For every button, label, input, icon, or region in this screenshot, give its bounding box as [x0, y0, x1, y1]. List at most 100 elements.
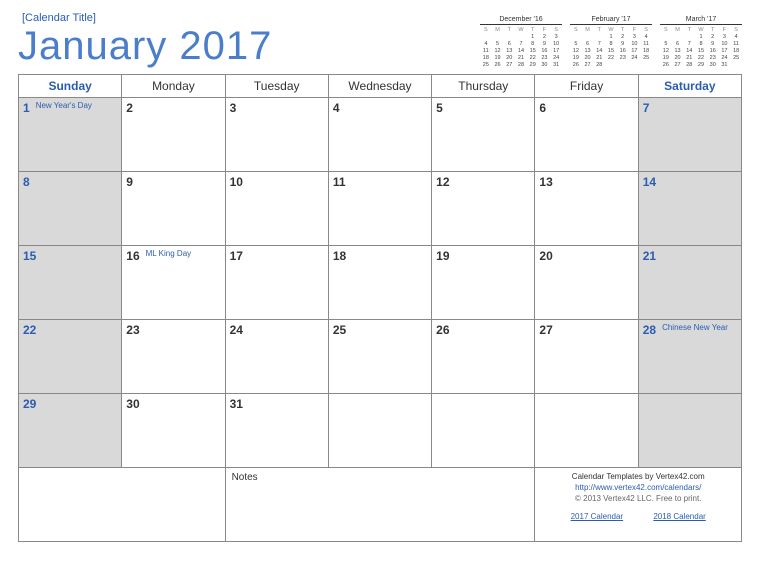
day-number: 10	[230, 175, 243, 189]
day-number: 7	[643, 101, 650, 115]
day-cell[interactable]: 30	[122, 394, 225, 468]
mini-week-row: 12131415161718	[660, 47, 742, 54]
day-of-week-header: SundayMondayTuesdayWednesdayThursdayFrid…	[19, 75, 742, 98]
mini-calendar: February '17SMTWTFS123456789101112131415…	[570, 16, 652, 68]
notes-label: Notes	[232, 472, 529, 483]
day-cell[interactable]: 27	[535, 320, 638, 394]
mini-dow-row: SMTWTFS	[570, 26, 652, 33]
credits-line1: Calendar Templates by Vertex42.com	[541, 472, 735, 483]
day-number: 14	[643, 175, 656, 189]
day-cell[interactable]: 29	[19, 394, 122, 468]
calendar-title: January 2017	[18, 26, 272, 66]
day-of-week-label: Saturday	[639, 75, 742, 98]
day-cell[interactable]: 15	[19, 246, 122, 320]
day-cell[interactable]	[639, 394, 742, 468]
day-cell[interactable]: 22	[19, 320, 122, 394]
day-cell[interactable]: 12	[432, 172, 535, 246]
day-cell[interactable]: 11	[329, 172, 432, 246]
mini-week-row: 567891011	[660, 40, 742, 47]
bottom-links: 2017 Calendar 2018 Calendar	[541, 512, 735, 523]
mini-week-row: 262728293031	[660, 61, 742, 68]
day-cell[interactable]: 19	[432, 246, 535, 320]
mini-calendar-title: March '17	[660, 16, 742, 25]
mini-week-row: 1234	[660, 33, 742, 40]
day-cell[interactable]: 13	[535, 172, 638, 246]
day-cell[interactable]: 26	[432, 320, 535, 394]
day-number: 23	[126, 323, 139, 337]
day-cell[interactable]: 16ML King Day	[122, 246, 225, 320]
day-number: 18	[333, 249, 346, 263]
day-cell[interactable]: 2	[122, 98, 225, 172]
mini-calendars: December '16SMTWTFS123456789101112131415…	[480, 16, 742, 68]
day-cell[interactable]	[432, 394, 535, 468]
day-cell[interactable]: 17	[226, 246, 329, 320]
week-row: 22 23 24 25 26 27 28Chinese New Year	[19, 320, 742, 394]
day-cell[interactable]: 10	[226, 172, 329, 246]
mini-week-row: 45678910	[480, 40, 562, 47]
mini-dow-row: SMTWTFS	[660, 26, 742, 33]
day-number: 25	[333, 323, 346, 337]
day-cell[interactable]: 4	[329, 98, 432, 172]
mini-calendar-title: February '17	[570, 16, 652, 25]
day-cell[interactable]: 3	[226, 98, 329, 172]
notes-cell: Notes	[226, 468, 536, 542]
day-cell[interactable]: 28Chinese New Year	[639, 320, 742, 394]
day-cell[interactable]: 14	[639, 172, 742, 246]
day-cell[interactable]: 9	[122, 172, 225, 246]
credits-link[interactable]: http://www.vertex42.com/calendars/	[541, 483, 735, 494]
day-number: 24	[230, 323, 243, 337]
week-row: 1516ML King Day17 18 19 20 21	[19, 246, 742, 320]
mini-week-row: 123	[480, 33, 562, 40]
mini-week-row: 11121314151617	[480, 47, 562, 54]
day-cell[interactable]: 25	[329, 320, 432, 394]
day-cell[interactable]: 5	[432, 98, 535, 172]
mini-week-row: 12131415161718	[570, 47, 652, 54]
day-cell[interactable]: 23	[122, 320, 225, 394]
day-number: 22	[23, 323, 36, 337]
event-label: New Year's Day	[36, 101, 92, 110]
day-cell[interactable]: 31	[226, 394, 329, 468]
footer-row: Notes Calendar Templates by Vertex42.com…	[19, 468, 742, 542]
day-cell[interactable]: 18	[329, 246, 432, 320]
day-cell[interactable]: 1 New Year's Day	[19, 98, 122, 172]
day-cell[interactable]	[329, 394, 432, 468]
day-cell[interactable]: 7	[639, 98, 742, 172]
day-number: 16	[126, 249, 139, 263]
week-row: 1 New Year's Day 2 3 4 5 67	[19, 98, 742, 172]
event-label: Chinese New Year	[662, 323, 728, 332]
day-cell[interactable]: 20	[535, 246, 638, 320]
day-cell[interactable]: 24	[226, 320, 329, 394]
week-row: 29 30 31	[19, 394, 742, 468]
mini-calendar-title: December '16	[480, 16, 562, 25]
day-number: 5	[436, 101, 443, 115]
day-number: 31	[230, 397, 243, 411]
calendar-page: [Calendar Title] January 2017 December '…	[0, 0, 760, 554]
credits-copyright: © 2013 Vertex42 LLC. Free to print.	[541, 494, 735, 505]
link-prev-year[interactable]: 2017 Calendar	[571, 512, 623, 521]
mini-week-row: 19202122232425	[660, 54, 742, 61]
day-number: 3	[230, 101, 237, 115]
mini-calendar: March '17SMTWTFS123456789101112131415161…	[660, 16, 742, 68]
day-cell[interactable]: 21	[639, 246, 742, 320]
day-number: 1	[23, 101, 30, 115]
credits-cell: Calendar Templates by Vertex42.com http:…	[535, 468, 742, 542]
day-number: 2	[126, 101, 133, 115]
link-next-year[interactable]: 2018 Calendar	[653, 512, 705, 521]
day-number: 29	[23, 397, 36, 411]
mini-week-row: 19202122232425	[570, 54, 652, 61]
mini-dow-row: SMTWTFS	[480, 26, 562, 33]
day-number: 8	[23, 175, 30, 189]
week-row: 8 9 10 111213 14	[19, 172, 742, 246]
day-cell[interactable]: 6	[535, 98, 638, 172]
day-number: 4	[333, 101, 340, 115]
header-left: [Calendar Title] January 2017	[18, 12, 272, 66]
day-number: 9	[126, 175, 133, 189]
day-cell[interactable]: 8	[19, 172, 122, 246]
mini-week-row: 18192021222324	[480, 54, 562, 61]
day-number: 27	[539, 323, 552, 337]
day-of-week-label: Thursday	[432, 75, 535, 98]
day-cell[interactable]	[535, 394, 638, 468]
day-number: 20	[539, 249, 552, 263]
day-number: 21	[643, 249, 656, 263]
day-of-week-label: Sunday	[19, 75, 122, 98]
